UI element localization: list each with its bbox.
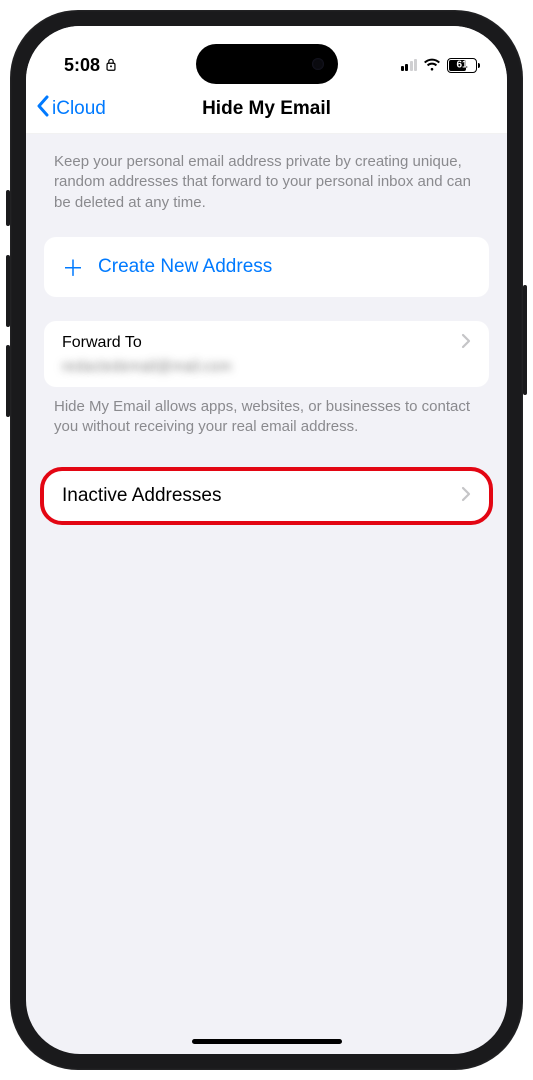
forward-to-label: Forward To [62, 334, 142, 352]
battery-level: 61 [448, 60, 476, 71]
volume-down-button [6, 345, 10, 417]
page-title: Hide My Email [202, 98, 331, 120]
content: Keep your personal email address private… [26, 134, 507, 525]
forward-to-row[interactable]: Forward To redactedemail@mail.com [44, 321, 489, 387]
chevron-left-icon [36, 95, 50, 123]
forward-footer: Hide My Email allows apps, websites, or … [44, 387, 489, 438]
forward-to-value: redactedemail@mail.com [62, 358, 471, 375]
chevron-right-icon [461, 333, 471, 354]
volume-up-button [6, 255, 10, 327]
status-right: 61 [401, 58, 478, 73]
inactive-label: Inactive Addresses [62, 485, 221, 507]
back-button[interactable]: iCloud [36, 95, 106, 123]
phone-frame: 5:08 [10, 10, 523, 1070]
plus-icon: ＋ [62, 251, 84, 283]
silent-switch [6, 190, 10, 226]
inactive-addresses-row[interactable]: Inactive Addresses [40, 467, 493, 525]
screen: 5:08 [26, 26, 507, 1054]
cellular-icon [401, 59, 418, 71]
dynamic-island [196, 44, 338, 84]
portrait-lock-icon [105, 58, 117, 72]
battery-icon: 61 [447, 58, 477, 73]
create-new-address-button[interactable]: ＋ Create New Address [44, 237, 489, 297]
chevron-right-icon [461, 486, 471, 507]
wifi-icon [423, 58, 441, 72]
home-indicator[interactable] [192, 1039, 342, 1044]
create-label: Create New Address [98, 256, 272, 278]
navigation-bar: iCloud Hide My Email [26, 84, 507, 134]
page-description: Keep your personal email address private… [44, 152, 489, 213]
back-label: iCloud [52, 98, 106, 120]
status-time: 5:08 [64, 55, 100, 76]
status-left: 5:08 [64, 55, 117, 76]
power-button [523, 285, 527, 395]
